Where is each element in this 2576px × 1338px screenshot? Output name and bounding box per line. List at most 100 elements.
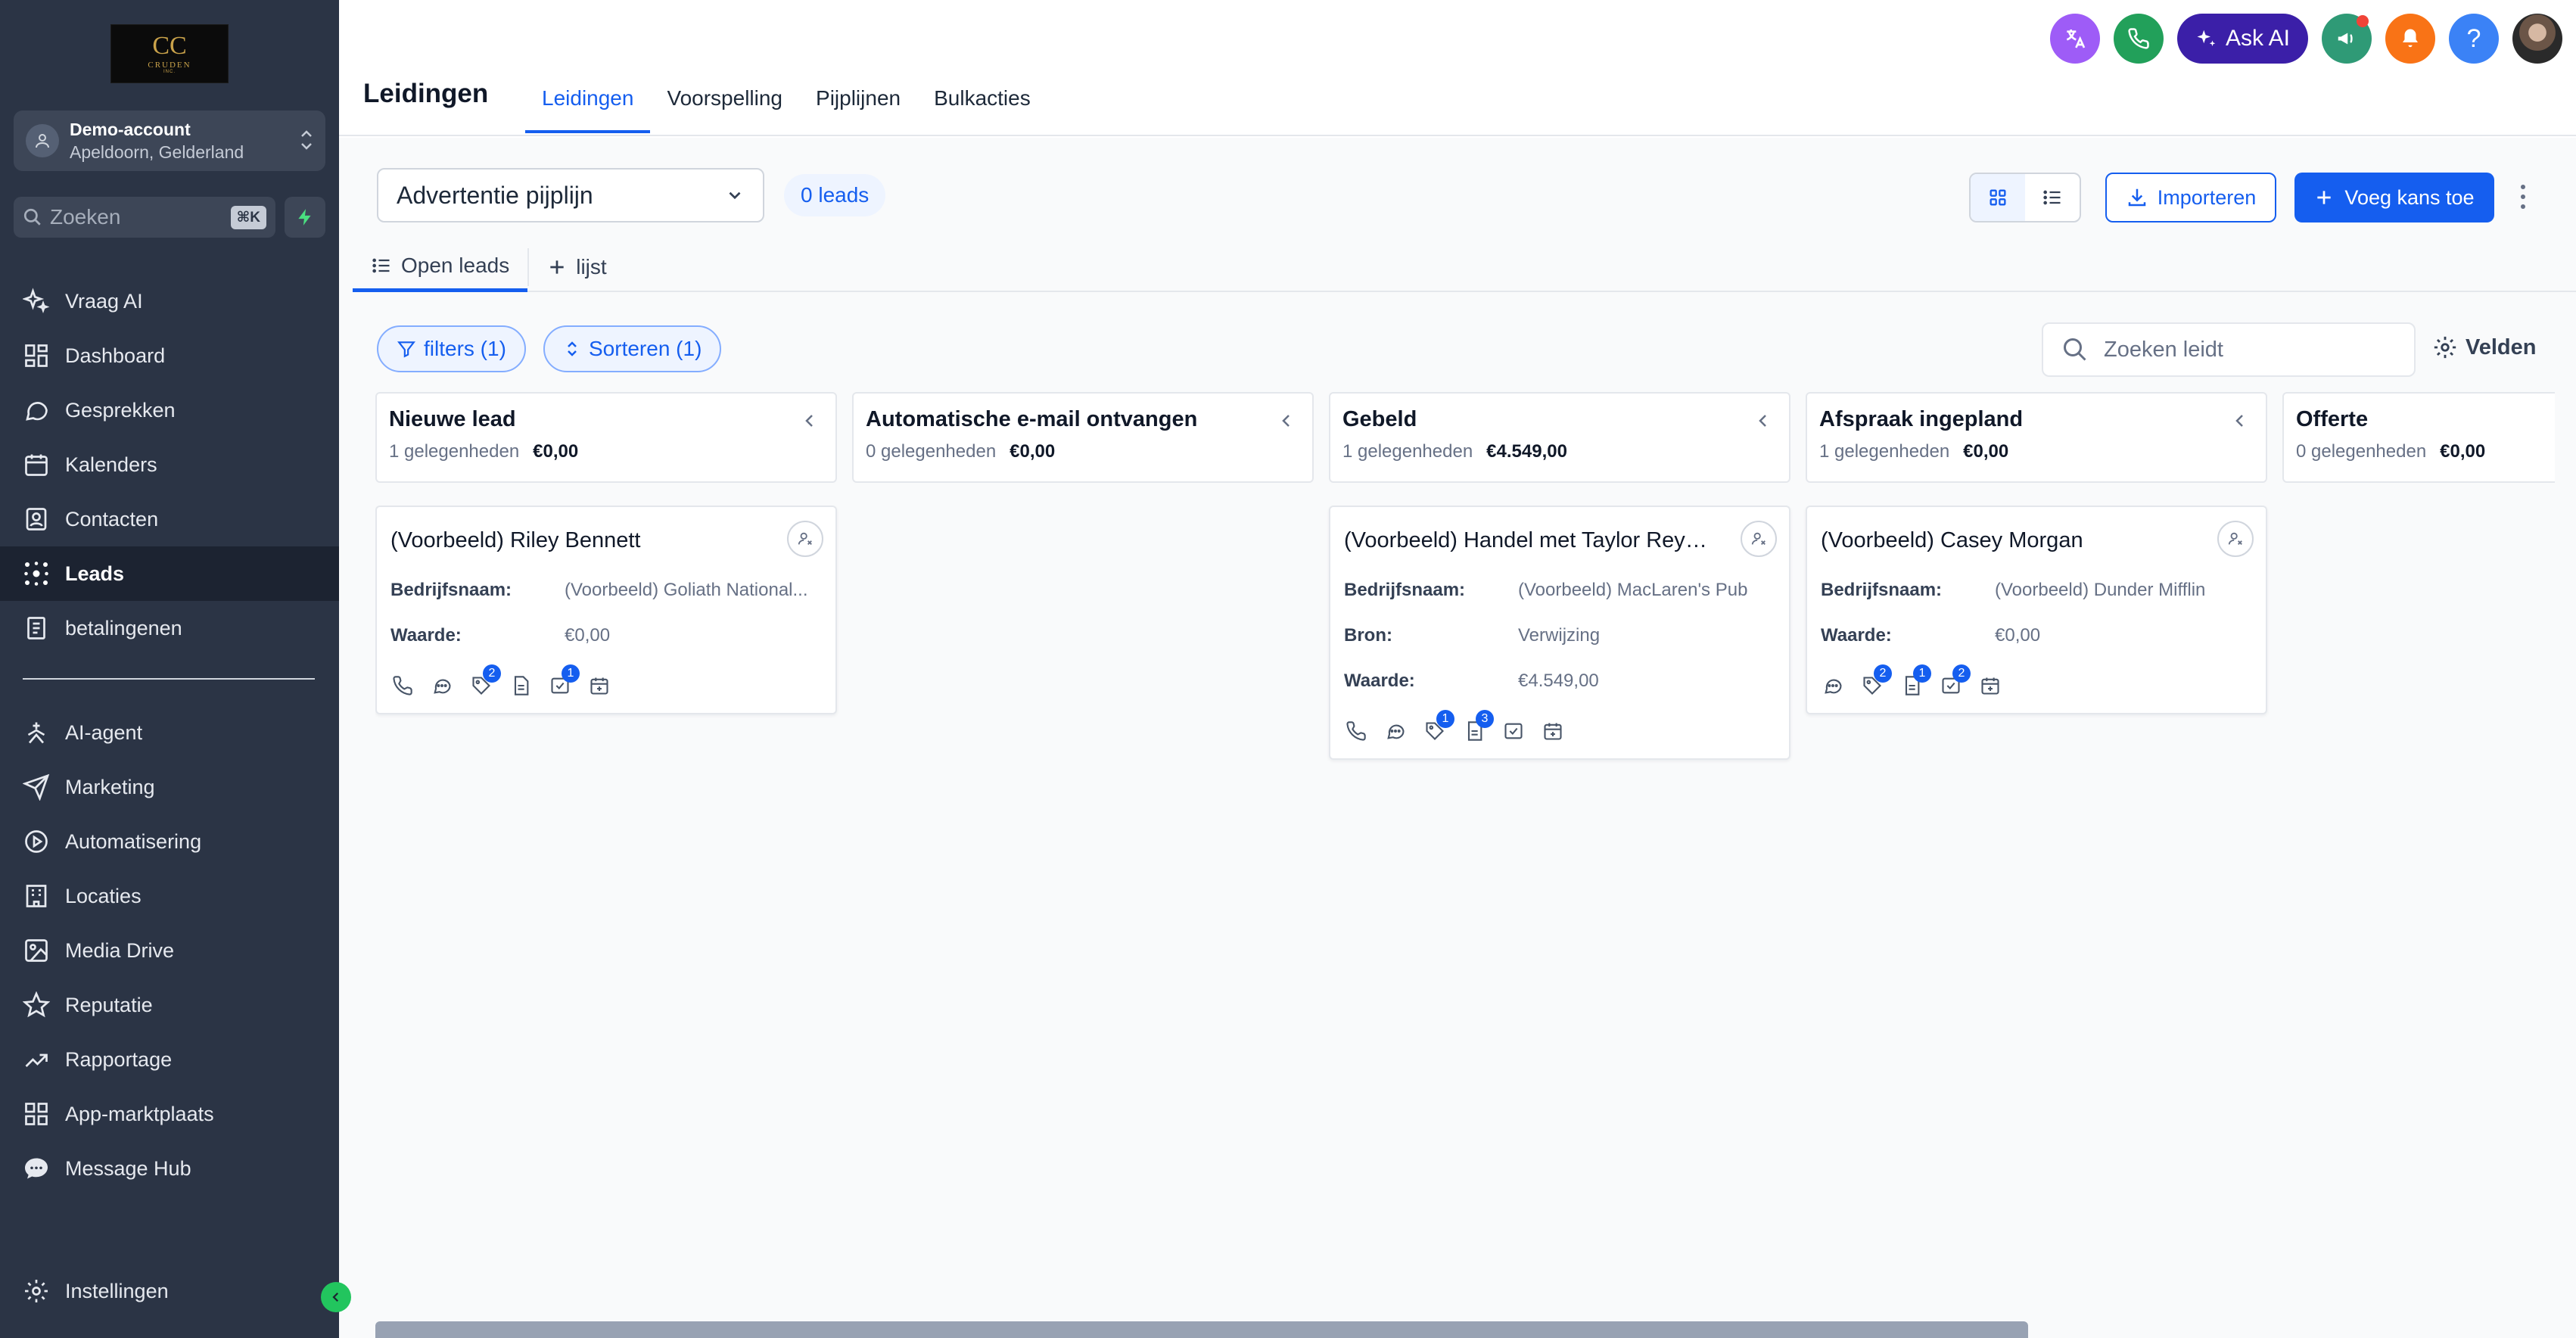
sidebar-item-automatisering[interactable]: Automatisering — [0, 814, 339, 869]
building-icon — [26, 885, 47, 907]
column-value: €0,00 — [2440, 441, 2486, 462]
account-location: Apeldoorn, Gelderland — [70, 142, 244, 162]
sidebar-item-message-hub[interactable]: Message Hub — [0, 1141, 339, 1196]
filters-button[interactable]: filters (1) — [377, 325, 526, 372]
assign-user-icon[interactable] — [787, 521, 823, 557]
sidebar-item-contacten[interactable]: Contacten — [0, 492, 339, 546]
leads-count-badge: 0 leads — [784, 174, 886, 216]
collapse-column-icon[interactable] — [1754, 412, 1772, 430]
search-icon — [23, 208, 41, 226]
sidebar-collapse-button[interactable] — [321, 1282, 351, 1312]
board-view-button[interactable] — [1971, 174, 2025, 221]
sidebar-search[interactable]: Zoeken ⌘K — [14, 197, 275, 238]
assign-user-icon[interactable] — [1741, 521, 1777, 557]
tab-pijplijnen[interactable]: Pijplijnen — [799, 67, 917, 133]
tab-voorspelling[interactable]: Voorspelling — [650, 67, 799, 133]
sidebar-item-label: Locaties — [65, 884, 142, 907]
note-icon[interactable] — [509, 674, 533, 698]
column-value: €0,00 — [533, 441, 579, 462]
ask-ai-button[interactable]: Ask AI — [2176, 14, 2308, 64]
help-button[interactable]: ? — [2449, 14, 2499, 64]
message-icon[interactable] — [1383, 719, 1408, 743]
field-label: Waarde: — [390, 625, 462, 646]
account-switcher[interactable]: Demo-account Apeldoorn, Gelderland — [14, 110, 325, 171]
collapse-column-icon[interactable] — [801, 412, 819, 430]
phone-button[interactable] — [2113, 14, 2164, 64]
search-leads-input[interactable]: Zoeken leidt — [2042, 322, 2416, 377]
translate-button[interactable] — [2049, 14, 2100, 64]
gear-icon — [2434, 336, 2456, 359]
star-icon — [23, 991, 50, 1018]
pipeline-select[interactable]: Advertentie pijplijn — [377, 168, 764, 222]
company-logo[interactable]: CC CRUDEN INC. — [110, 24, 229, 83]
collapse-column-icon[interactable] — [1277, 412, 1296, 430]
sidebar-search-placeholder: Zoeken — [50, 205, 121, 229]
import-button[interactable]: Importeren — [2105, 173, 2276, 222]
fields-button[interactable]: Velden — [2432, 334, 2537, 360]
megaphone-icon — [2338, 33, 2353, 45]
sidebar-item-leads[interactable]: Leads — [0, 546, 339, 601]
lead-card[interactable]: (Voorbeeld) Handel met Taylor Reyn... Be… — [1329, 506, 1790, 760]
column-count: 1 gelegenheden — [1342, 441, 1473, 462]
sidebar-item-label: Instellingen — [65, 1279, 169, 1302]
tag-icon[interactable]: 1 — [1423, 710, 1454, 743]
sidebar-item-locaties[interactable]: Locaties — [0, 869, 339, 923]
note-icon[interactable]: 3 — [1462, 710, 1494, 743]
message-icon[interactable] — [1821, 674, 1845, 698]
task-icon[interactable] — [1501, 719, 1526, 743]
calendar-add-icon[interactable] — [1978, 674, 2002, 698]
receipt-icon — [27, 617, 45, 639]
sidebar-item-marketing[interactable]: Marketing — [0, 760, 339, 814]
field-value: €4.549,00 — [1518, 671, 1599, 691]
sidebar-item-instellingen[interactable]: Instellingen — [0, 1264, 339, 1318]
sidebar-item-label: AI-agent — [65, 720, 143, 744]
phone-icon[interactable] — [390, 674, 415, 698]
sidebar-item-rapportage[interactable]: Rapportage — [0, 1032, 339, 1087]
subtab-add-list[interactable]: lijst — [529, 242, 624, 292]
sidebar-item-kalenders[interactable]: Kalenders — [0, 437, 339, 492]
task-icon[interactable]: 2 — [1939, 664, 1971, 698]
grid-icon — [25, 344, 48, 367]
tab-bulkacties[interactable]: Bulkacties — [917, 67, 1047, 133]
lead-card[interactable]: (Voorbeeld) Riley Bennett Bedrijfsnaam: (… — [375, 506, 837, 714]
sidebar-item-app-marktplaats[interactable]: App-marktplaats — [0, 1087, 339, 1141]
column-count: 0 gelegenheden — [2296, 441, 2427, 462]
sidebar-item-ai-agent[interactable]: AI-agent — [0, 705, 339, 760]
sidebar-item-dashboard[interactable]: Dashboard — [0, 328, 339, 383]
tag-icon[interactable]: 2 — [469, 664, 501, 698]
quick-action-button[interactable] — [285, 197, 325, 238]
tab-leidingen[interactable]: Leidingen — [525, 67, 651, 133]
search-shortcut: ⌘K — [230, 205, 266, 229]
message-icon[interactable] — [430, 674, 454, 698]
lead-card[interactable]: (Voorbeeld) Casey Morgan Bedrijfsnaam: (V… — [1806, 506, 2267, 714]
column-value: €0,00 — [1963, 441, 2009, 462]
add-opportunity-button[interactable]: Voeg kans toe — [2294, 173, 2494, 222]
field-label: Waarde: — [1344, 671, 1415, 691]
tag-icon[interactable]: 2 — [1860, 664, 1892, 698]
sidebar-item-vraag-ai[interactable]: Vraag AI — [0, 274, 339, 328]
subtab-open-leads[interactable]: Open leads — [353, 242, 528, 292]
note-icon[interactable]: 1 — [1899, 664, 1931, 698]
calendar-add-icon[interactable] — [1541, 719, 1565, 743]
horizontal-scrollbar[interactable] — [375, 1321, 2028, 1338]
sidebar-item-betalingenen[interactable]: betalingenen — [0, 601, 339, 655]
notifications-button[interactable] — [2385, 14, 2435, 64]
assign-user-icon[interactable] — [2217, 521, 2254, 557]
collapse-column-icon[interactable] — [2231, 412, 2249, 430]
sidebar-item-gesprekken[interactable]: Gesprekken — [0, 383, 339, 437]
announcements-button[interactable] — [2322, 14, 2372, 64]
sidebar-item-reputatie[interactable]: Reputatie — [0, 978, 339, 1032]
more-options-icon[interactable] — [2515, 182, 2531, 212]
filters-label: filters (1) — [424, 337, 506, 360]
sort-button[interactable]: Sorteren (1) — [543, 325, 722, 372]
pipeline-board: Nieuwe lead 1 gelegenheden €0,00 (Voorbee… — [375, 392, 2555, 1300]
calendar-add-icon[interactable] — [587, 674, 611, 698]
sidebar-item-label: Leads — [65, 562, 125, 585]
user-avatar[interactable] — [2512, 14, 2562, 64]
fields-label: Velden — [2466, 334, 2537, 359]
sidebar-item-media-drive[interactable]: Media Drive — [0, 923, 339, 978]
phone-icon[interactable] — [1344, 719, 1368, 743]
list-view-button[interactable] — [2025, 174, 2080, 221]
task-icon[interactable]: 1 — [548, 664, 580, 698]
sidebar-item-label: Vraag AI — [65, 289, 143, 313]
